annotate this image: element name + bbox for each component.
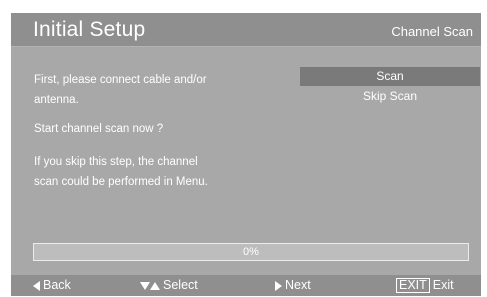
header-bar: Initial Setup Channel Scan [11,13,481,47]
down-arrow-icon [140,281,150,290]
exit-label: Exit [432,278,454,292]
next-label: Next [285,278,311,292]
next-hint[interactable]: Next [275,278,311,292]
scan-option[interactable]: Scan [300,67,480,86]
footer-bar: Back Select Next EXIT Exit [11,275,481,296]
skip-note-line-1: If you skip this step, the channel [34,156,198,168]
exit-key-icon: EXIT [396,278,430,293]
instruction-line-1: First, please connect cable and/or [34,74,207,86]
up-arrow-icon [150,281,160,290]
skip-scan-option[interactable]: Skip Scan [300,87,480,106]
scan-progress-bar: 0% [33,243,469,261]
select-label: Select [163,278,198,292]
back-label: Back [43,278,71,292]
left-arrow-icon [33,280,40,291]
page-subtitle: Channel Scan [391,24,473,39]
instruction-line-2: antenna. [34,94,79,106]
skip-note-line-2: scan could be performed in Menu. [34,176,208,188]
select-hint[interactable]: Select [140,278,198,292]
setup-screen: Initial Setup Channel Scan First, please… [11,13,481,296]
page-title: Initial Setup [33,18,146,41]
progress-percent: 0% [243,246,259,258]
scan-question: Start channel scan now ? [34,123,164,135]
exit-hint[interactable]: EXIT Exit [396,278,454,293]
back-hint[interactable]: Back [33,278,71,292]
right-arrow-icon [275,280,282,291]
